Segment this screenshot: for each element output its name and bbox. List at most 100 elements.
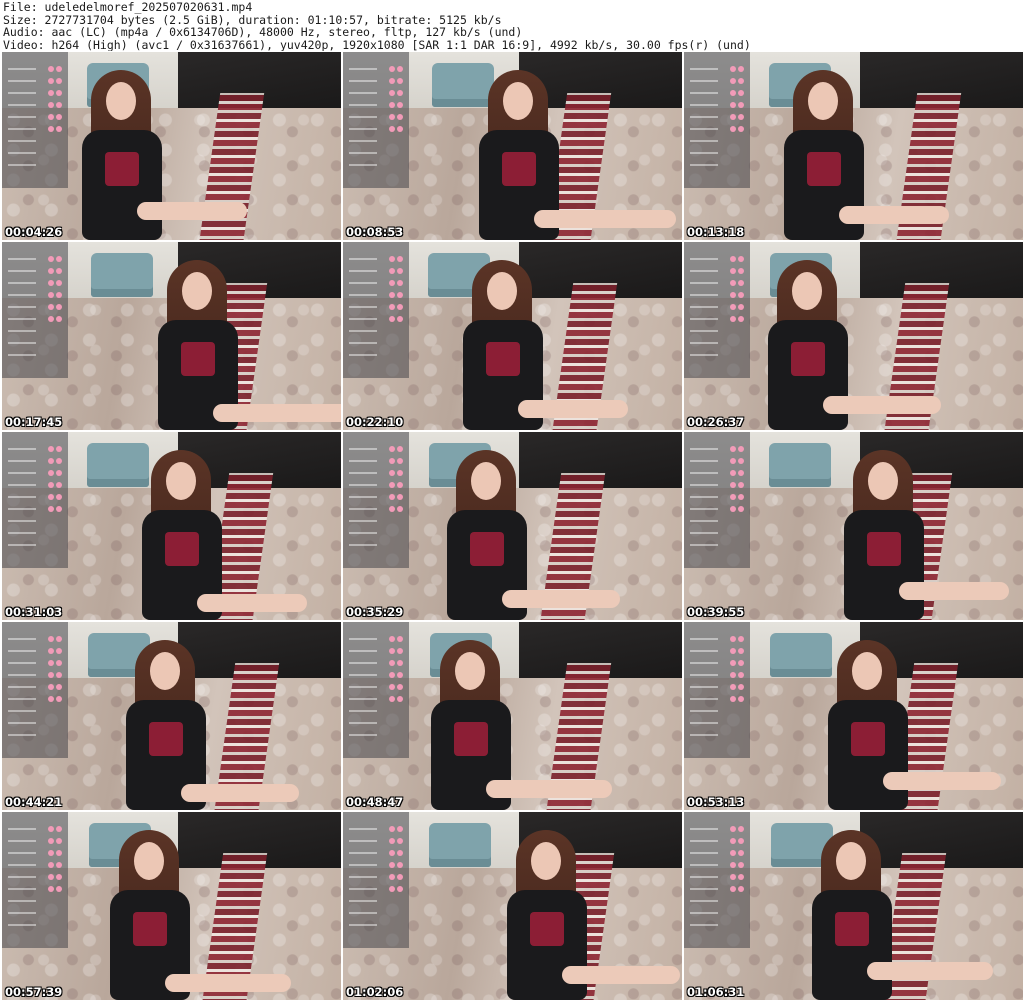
menu-dot-icon [730,874,736,880]
menu-dot-icon [56,886,62,892]
menu-row [349,674,377,676]
red-top [105,152,139,186]
video-thumbnail[interactable]: 00:35:29 [343,432,682,620]
video-thumbnail[interactable]: 01:02:06 [343,812,682,1000]
menu-dot-icon [48,66,54,72]
menu-row [349,698,377,700]
red-top [835,912,869,946]
menu-row [690,900,718,902]
menu-dot-icon [397,102,403,108]
menu-row [349,912,377,914]
menu-dot-icon [738,506,744,512]
menu-row [690,734,718,736]
menu-dot-icon [397,280,403,286]
menu-dot-icon [389,126,395,132]
leg [562,966,680,984]
menu-dot-icon [389,304,395,310]
menu-dot-icon [389,470,395,476]
menu-row [690,270,718,272]
menu-dot-icon [56,316,62,322]
video-thumbnail[interactable]: 00:04:26 [2,52,341,240]
red-top [165,532,199,566]
menu-row [690,140,718,142]
menu-dot-icon [48,506,54,512]
menu-dot-icon [738,886,744,892]
video-thumbnail[interactable]: 00:44:21 [2,622,341,810]
menu-row [349,116,377,118]
video-thumbnail[interactable]: 00:13:18 [684,52,1023,240]
menu-row [349,544,377,546]
menu-dot-icon [56,446,62,452]
tip-menu-overlay [343,242,409,378]
menu-row [349,734,377,736]
menu-row [8,734,36,736]
menu-row [8,508,36,510]
menu-dot-icon [48,304,54,310]
menu-row [8,258,36,260]
menu-row [690,116,718,118]
video-thumbnail[interactable]: 00:39:55 [684,432,1023,620]
menu-dot-icon [48,292,54,298]
menu-dot-icon [389,660,395,666]
menu-row [690,674,718,676]
menu-row [690,460,718,462]
menu-row [690,68,718,70]
menu-row [8,698,36,700]
thumbnail-timestamp: 01:02:06 [346,985,404,999]
menu-row [349,330,377,332]
leg [867,962,993,980]
menu-dot-icon [738,636,744,642]
menu-dot-icon [48,886,54,892]
menu-dot-icon [730,494,736,500]
menu-dot-icon [730,696,736,702]
menu-dot-icon [56,850,62,856]
menu-dot-icon [48,102,54,108]
face [166,462,196,500]
menu-dot-icon [389,684,395,690]
tip-menu-overlay [343,812,409,948]
video-thumbnail[interactable]: 00:08:53 [343,52,682,240]
menu-row [349,128,377,130]
menu-row [690,686,718,688]
video-thumbnail[interactable]: 00:17:45 [2,242,341,430]
menu-dot-icon [397,874,403,880]
tip-menu-overlay [343,432,409,568]
video-thumbnail[interactable]: 00:57:39 [2,812,341,1000]
menu-dot-icon [389,90,395,96]
menu-row [8,900,36,902]
menu-dot-icon [56,482,62,488]
video-thumbnail[interactable]: 01:06:31 [684,812,1023,1000]
video-thumbnail[interactable]: 00:22:10 [343,242,682,430]
leg [518,400,628,418]
video-thumbnail[interactable]: 00:31:03 [2,432,341,620]
menu-dot-icon [397,470,403,476]
red-top [807,152,841,186]
menu-dot-icon [730,90,736,96]
menu-dot-icon [738,660,744,666]
menu-dot-icon [738,292,744,298]
menu-dot-icon [389,102,395,108]
menu-row [8,852,36,854]
tip-menu-overlay [684,432,750,568]
red-top [851,722,885,756]
menu-dot-icon [48,256,54,262]
thumbnail-timestamp: 00:31:03 [5,605,63,619]
menu-row [8,270,36,272]
menu-row [349,152,377,154]
video-thumbnail[interactable]: 00:48:47 [343,622,682,810]
menu-row [690,662,718,664]
video-thumbnail[interactable]: 00:53:13 [684,622,1023,810]
thumbnail-timestamp: 00:53:13 [687,795,745,809]
menu-dot-icon [730,446,736,452]
menu-dot-icon [389,114,395,120]
menu-row [8,116,36,118]
leg [137,202,247,220]
menu-row [690,258,718,260]
menu-dot-icon [397,648,403,654]
armchair [91,253,153,298]
menu-row [8,342,36,344]
menu-row [690,306,718,308]
video-thumbnail[interactable]: 00:26:37 [684,242,1023,430]
tip-menu-overlay [2,52,68,188]
menu-dot-icon [56,470,62,476]
